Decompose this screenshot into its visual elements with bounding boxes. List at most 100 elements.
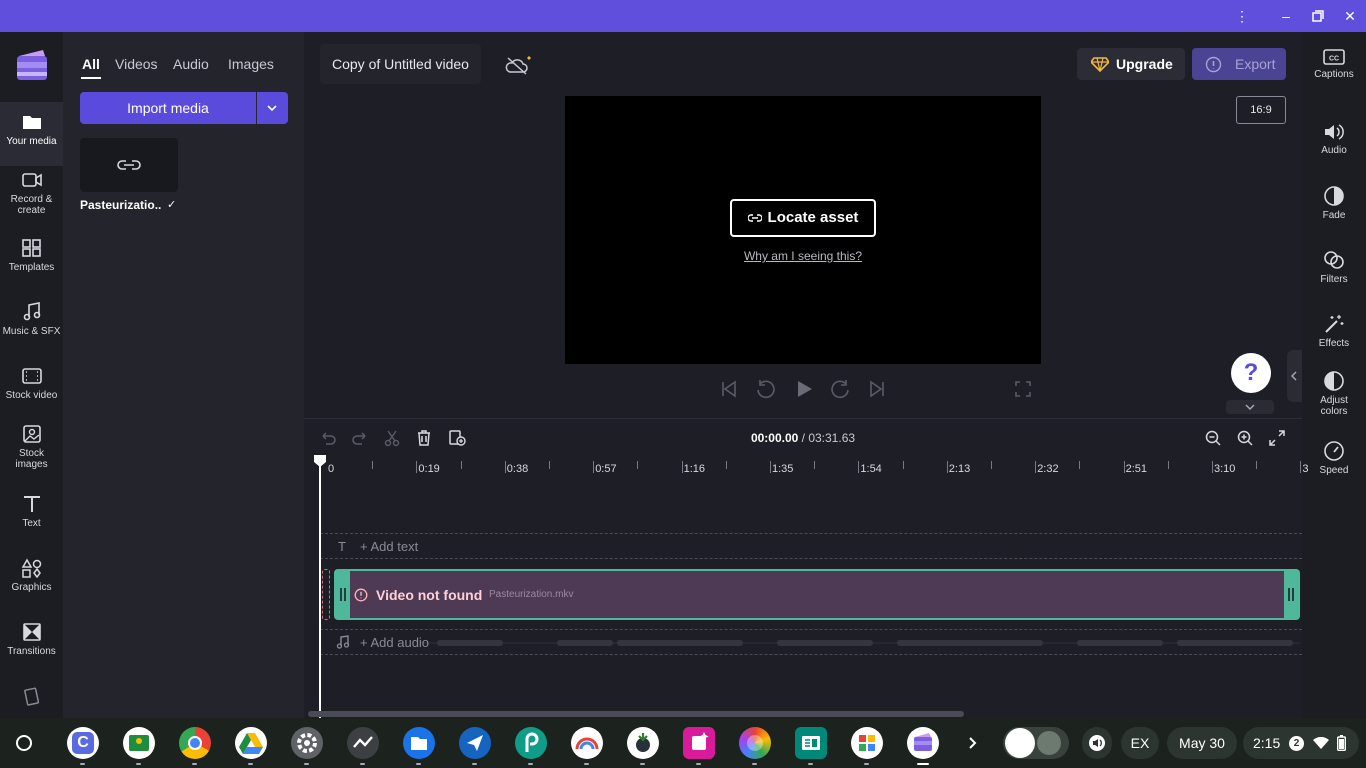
minimize-icon[interactable]: –: [1275, 6, 1297, 26]
video-clip[interactable]: Video not found Pasteurization.mkv: [334, 569, 1300, 620]
input-method-button[interactable]: EX: [1121, 727, 1159, 759]
skip-forward-icon[interactable]: [866, 379, 888, 399]
playhead-handle[interactable]: [313, 454, 327, 468]
tab-audio[interactable]: Audio: [173, 56, 209, 72]
close-icon[interactable]: ✕: [1339, 6, 1361, 26]
nav-adjust-colors[interactable]: Adjust colors: [1302, 370, 1366, 417]
play-icon[interactable]: [793, 378, 815, 400]
rnav-label: Speed: [1319, 465, 1349, 476]
tab-all[interactable]: All: [82, 56, 100, 72]
media-thumbnail[interactable]: [80, 138, 178, 192]
forward-5-icon[interactable]: [830, 379, 852, 401]
add-audio-label[interactable]: + Add audio: [360, 635, 429, 650]
nav-speed[interactable]: Speed: [1302, 440, 1366, 476]
why-am-i-seeing-this-link[interactable]: Why am I seeing this?: [565, 249, 1041, 263]
fit-to-screen-icon[interactable]: [1268, 429, 1286, 447]
window-titlebar: ⋮ – ✕: [0, 0, 1366, 32]
diagnostics-app-icon[interactable]: [347, 727, 379, 759]
nav-effects[interactable]: Effects: [1302, 313, 1366, 349]
pickit-app-icon[interactable]: [515, 727, 547, 759]
status-tray[interactable]: 2:15 2: [1243, 727, 1359, 759]
timecode: 00:00.00 / 03:31.63: [304, 431, 1302, 445]
classroom-app-icon[interactable]: [123, 727, 155, 759]
help-button[interactable]: ?: [1231, 353, 1271, 393]
nav-your-media[interactable]: Your media: [0, 102, 63, 166]
nav-stock-video[interactable]: Stock video: [0, 366, 63, 412]
launcher-icon[interactable]: [14, 733, 34, 753]
rnav-label: Captions: [1314, 69, 1354, 80]
nav-label: Templates: [8, 262, 55, 273]
nav-audio[interactable]: Audio: [1302, 122, 1366, 156]
nav-label: Music & SFX: [2, 326, 61, 337]
zoom-out-icon[interactable]: [1204, 429, 1222, 447]
playhead[interactable]: [314, 455, 326, 719]
nav-templates[interactable]: Templates: [0, 238, 63, 284]
cloud-off-icon[interactable]: [505, 54, 539, 76]
paper-plane-app-icon[interactable]: [459, 727, 491, 759]
nav-fade[interactable]: Fade: [1302, 185, 1366, 221]
nav-stock-images[interactable]: Stock images: [0, 424, 63, 474]
nav-brand-kit[interactable]: [0, 686, 63, 710]
taskbar: C EX May 30 2:15 2: [0, 718, 1366, 768]
text-track[interactable]: T + Add text: [320, 533, 1302, 559]
fullscreen-icon[interactable]: [1013, 379, 1033, 399]
shapes-icon: [21, 558, 41, 578]
more-options-icon[interactable]: ⋮: [1231, 6, 1253, 26]
chrome-app-icon[interactable]: [179, 727, 211, 759]
nav-label: Graphics: [11, 582, 52, 593]
nav-captions[interactable]: CC Captions: [1302, 48, 1366, 80]
right-sidebar: CC Captions Audio Fade Filters Effects A…: [1302, 32, 1366, 718]
aspect-ratio-button[interactable]: 16:9: [1236, 96, 1286, 124]
drive-app-icon[interactable]: [235, 727, 267, 759]
clip-handle-left[interactable]: [336, 571, 350, 618]
project-title[interactable]: Copy of Untitled video: [320, 44, 481, 84]
trim-handle-left[interactable]: [322, 569, 330, 620]
export-button[interactable]: Export: [1192, 48, 1286, 80]
nav-graphics[interactable]: Graphics: [0, 558, 63, 604]
brand-kit-icon: [23, 687, 39, 706]
warning-icon: [354, 588, 368, 602]
timeline-ruler[interactable]: 0 0:19 0:38 0:57 1:16 1:35 1:54 2:13 2:32 2:51 3:1…: [320, 459, 1309, 483]
timeline-scrollbar[interactable]: [308, 711, 964, 717]
settings-app-icon[interactable]: [291, 727, 323, 759]
zoom-in-icon[interactable]: [1236, 429, 1254, 447]
locate-asset-button[interactable]: Locate asset: [730, 199, 876, 237]
audio-track[interactable]: + Add audio: [320, 629, 1302, 655]
clip-handle-right[interactable]: [1284, 571, 1298, 618]
nav-record-create[interactable]: Record & create: [0, 170, 63, 218]
ruler-tick: [681, 461, 683, 473]
files-app-icon[interactable]: [403, 727, 435, 759]
ruler-tick-label: 1:54: [860, 463, 882, 475]
photos-app-icon[interactable]: [739, 727, 771, 759]
restore-icon[interactable]: [1307, 6, 1329, 26]
clipchamp-c-app-icon[interactable]: C: [67, 727, 99, 759]
clipchamp-app-icon[interactable]: [907, 727, 939, 759]
holding-space-tray[interactable]: [1003, 727, 1069, 759]
collapse-properties-button[interactable]: [1287, 350, 1302, 402]
chevron-down-icon[interactable]: [1226, 400, 1274, 414]
upgrade-button[interactable]: Upgrade: [1077, 48, 1185, 80]
grid-app-icon[interactable]: [851, 727, 883, 759]
news-app-icon[interactable]: [795, 727, 827, 759]
notes-app-icon[interactable]: [683, 727, 715, 759]
skip-back-icon[interactable]: [718, 379, 740, 399]
import-dropdown-button[interactable]: [257, 92, 288, 124]
nav-filters[interactable]: Filters: [1302, 249, 1366, 285]
chrome-canvas-app-icon[interactable]: [571, 727, 603, 759]
rewind-5-icon[interactable]: [754, 379, 776, 401]
nav-music-sfx[interactable]: Music & SFX: [0, 302, 63, 348]
date-button[interactable]: May 30: [1167, 727, 1237, 759]
tab-videos[interactable]: Videos: [115, 56, 158, 72]
preview-stage: Copy of Untitled video Upgrade Export 16…: [304, 32, 1302, 416]
tab-images[interactable]: Images: [228, 56, 274, 72]
import-media-button[interactable]: Import media: [80, 92, 256, 124]
nav-text[interactable]: Text: [0, 494, 63, 540]
app-running-indicator: [528, 763, 533, 765]
add-text-label[interactable]: + Add text: [360, 539, 418, 554]
audio-tray-button[interactable]: [1082, 727, 1112, 759]
chevron-right-icon[interactable]: [966, 735, 980, 751]
speedometer-icon: [1324, 441, 1344, 461]
ruler-tick: [460, 461, 462, 469]
nav-transitions[interactable]: Transitions: [0, 622, 63, 668]
science-app-icon[interactable]: [627, 727, 659, 759]
